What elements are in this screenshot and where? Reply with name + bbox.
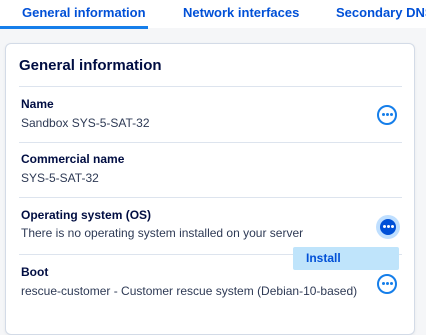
os-more-actions-button[interactable]: [378, 217, 398, 237]
ellipsis-icon: [382, 113, 393, 117]
tab-general-information[interactable]: General information: [22, 5, 146, 20]
boot-more-actions-button[interactable]: [377, 274, 397, 294]
ellipsis-icon: [383, 225, 394, 229]
name-label: Name: [21, 97, 54, 111]
divider: [19, 142, 402, 143]
tab-network-interfaces[interactable]: Network interfaces: [183, 5, 299, 20]
name-more-actions-button[interactable]: [377, 105, 397, 125]
card-title: General information: [19, 57, 162, 74]
boot-label: Boot: [21, 265, 49, 279]
commercial-name-value: SYS-5-SAT-32: [21, 171, 99, 185]
tab-bar: General information Network interfaces S…: [0, 0, 426, 29]
boot-value: rescue-customer - Customer rescue system…: [21, 284, 358, 298]
name-value: Sandbox SYS-5-SAT-32: [21, 116, 150, 130]
divider: [19, 197, 402, 198]
os-label: Operating system (OS): [21, 208, 152, 222]
commercial-name-label: Commercial name: [21, 152, 125, 166]
divider: [19, 86, 402, 87]
os-value: There is no operating system installed o…: [21, 226, 304, 240]
ellipsis-icon: [382, 282, 393, 286]
os-actions-menu: Install: [293, 247, 399, 270]
tab-secondary-dns[interactable]: Secondary DNS: [336, 5, 426, 20]
active-tab-indicator: [0, 26, 148, 29]
general-information-card: General information Name Sandbox SYS-5-S…: [5, 43, 415, 335]
install-menu-item[interactable]: Install: [306, 251, 341, 265]
